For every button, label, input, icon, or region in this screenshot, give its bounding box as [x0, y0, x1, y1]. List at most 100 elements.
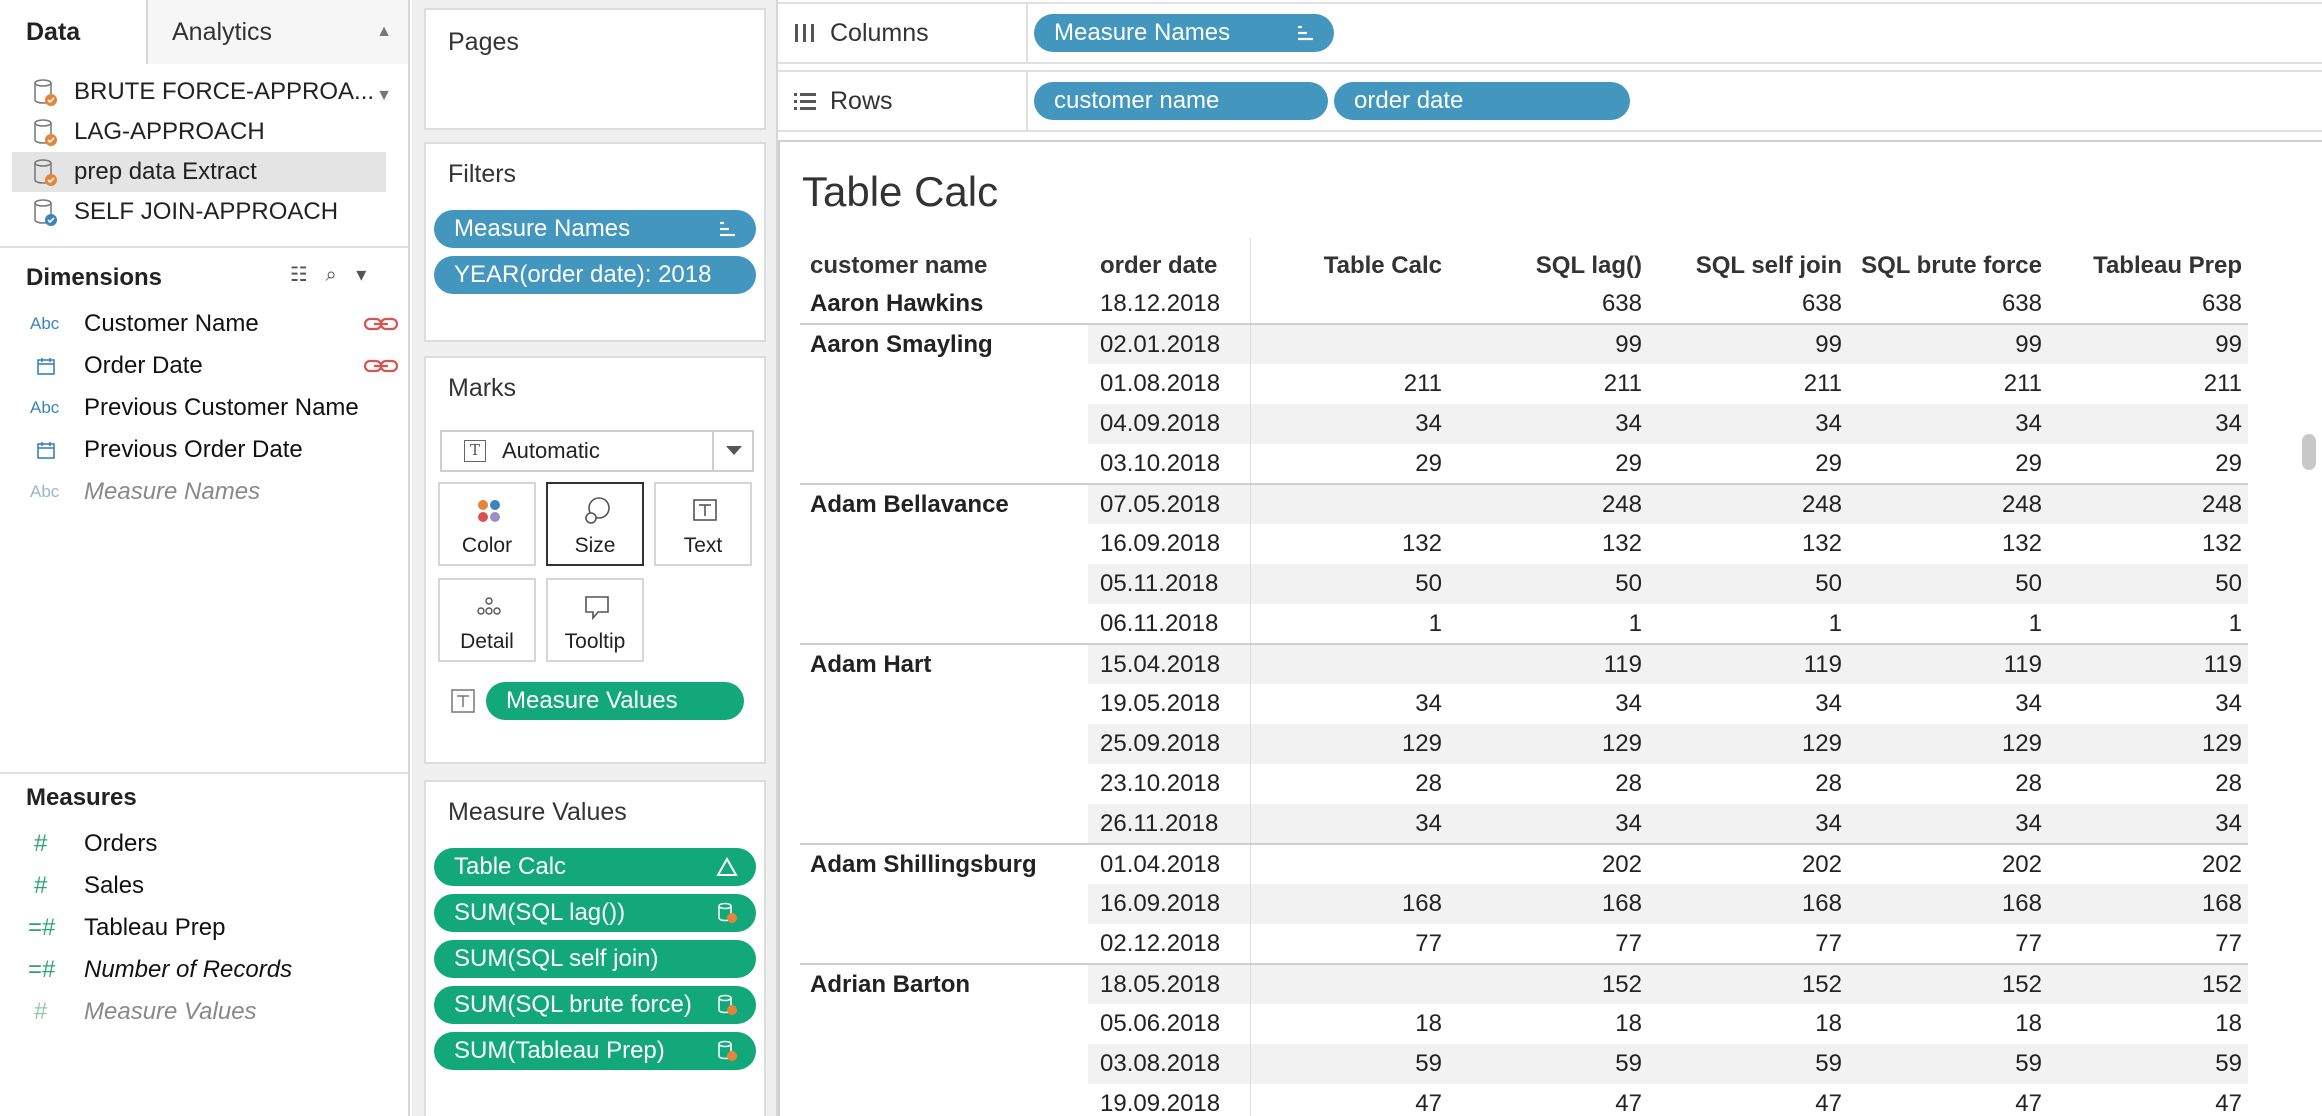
list-view-icon[interactable]: ☷	[290, 264, 308, 286]
value-cell[interactable]: 248	[1448, 483, 1648, 524]
order-date-cell[interactable]: 19.09.2018	[1088, 1084, 1250, 1116]
rows-pill-order-date[interactable]: order date	[1334, 82, 1630, 120]
value-cell[interactable]: 152	[2048, 963, 2248, 1004]
value-cell[interactable]: 77	[2048, 924, 2248, 964]
value-cell[interactable]: 99	[1448, 323, 1648, 364]
value-cell[interactable]: 132	[1848, 524, 2048, 564]
value-cell[interactable]: 202	[1448, 843, 1648, 884]
tab-data[interactable]: Data	[0, 0, 148, 64]
value-cell[interactable]: 34	[2048, 804, 2248, 844]
value-cell[interactable]: 59	[1648, 1044, 1848, 1084]
field-customer-name[interactable]: Abc Customer Name	[0, 304, 408, 344]
value-cell[interactable]: 50	[1249, 564, 1448, 604]
value-cell[interactable]: 119	[1848, 643, 2048, 684]
value-cell[interactable]: 248	[1848, 483, 2048, 524]
measure-value-pill-sql-brute-force[interactable]: SUM(SQL brute force)	[434, 986, 756, 1024]
order-date-cell[interactable]: 05.06.2018	[1088, 1004, 1250, 1044]
value-cell[interactable]: 47	[1448, 1084, 1648, 1116]
value-cell[interactable]: 29	[1648, 444, 1848, 484]
value-cell[interactable]: 34	[2048, 404, 2248, 444]
filters-card[interactable]: Filters Measure Names YEAR(order date): …	[424, 142, 766, 342]
value-cell[interactable]: 34	[1448, 684, 1648, 724]
customer-name-cell[interactable]: Adam Bellavance	[800, 483, 1088, 644]
order-date-cell[interactable]: 03.08.2018	[1088, 1044, 1250, 1084]
order-date-cell[interactable]: 02.12.2018	[1088, 924, 1250, 964]
value-cell[interactable]: 1	[2048, 604, 2248, 644]
value-cell[interactable]: 638	[1848, 284, 2048, 324]
rows-pill-customer-name[interactable]: customer name	[1034, 82, 1328, 120]
value-cell[interactable]: 119	[2048, 643, 2248, 684]
value-cell[interactable]: 1	[1249, 604, 1448, 644]
text-button[interactable]: Text	[654, 482, 752, 566]
value-cell[interactable]: 34	[1648, 804, 1848, 844]
vertical-scrollbar-thumb[interactable]	[2302, 434, 2316, 470]
value-cell[interactable]: 47	[1648, 1084, 1848, 1116]
text-pill-measure-values[interactable]: Measure Values	[486, 682, 744, 720]
value-cell[interactable]	[1249, 284, 1448, 324]
value-cell[interactable]: 34	[1448, 804, 1648, 844]
measure-value-pill-table-calc[interactable]: Table Calc	[434, 848, 756, 886]
value-cell[interactable]: 638	[2048, 284, 2248, 324]
order-date-cell[interactable]: 01.08.2018	[1088, 364, 1250, 404]
value-cell[interactable]: 18	[1648, 1004, 1848, 1044]
mark-type-dropdown[interactable]: T Automatic	[440, 430, 754, 472]
datasource-item[interactable]: BRUTE FORCE-APPROA...	[12, 72, 386, 112]
value-cell[interactable]: 99	[1848, 323, 2048, 364]
value-cell[interactable]: 47	[1249, 1084, 1448, 1116]
value-cell[interactable]: 211	[1648, 364, 1848, 404]
value-cell[interactable]: 34	[1249, 804, 1448, 844]
value-cell[interactable]: 29	[2048, 444, 2248, 484]
field-sales[interactable]: # Sales	[0, 866, 408, 906]
value-cell[interactable]: 211	[1848, 364, 2048, 404]
value-cell[interactable]: 59	[1848, 1044, 2048, 1084]
order-date-cell[interactable]: 02.01.2018	[1088, 323, 1250, 364]
value-cell[interactable]: 132	[2048, 524, 2248, 564]
order-date-cell[interactable]: 15.04.2018	[1088, 643, 1250, 684]
order-date-cell[interactable]: 25.09.2018	[1088, 724, 1250, 764]
value-cell[interactable]: 152	[1448, 963, 1648, 1004]
value-cell[interactable]: 99	[1648, 323, 1848, 364]
value-cell[interactable]: 211	[2048, 364, 2248, 404]
value-cell[interactable]: 638	[1448, 284, 1648, 324]
value-cell[interactable]: 77	[1448, 924, 1648, 964]
order-date-cell[interactable]: 06.11.2018	[1088, 604, 1250, 644]
column-header[interactable]: customer name	[800, 238, 1088, 284]
datasource-item[interactable]: LAG-APPROACH	[12, 112, 386, 152]
search-icon[interactable]: ⌕	[326, 264, 337, 286]
value-cell[interactable]: 119	[1448, 643, 1648, 684]
value-cell[interactable]: 119	[1648, 643, 1848, 684]
value-cell[interactable]: 18	[2048, 1004, 2248, 1044]
customer-name-cell[interactable]: Aaron Hawkins	[800, 284, 1088, 324]
value-cell[interactable]: 28	[1448, 764, 1648, 804]
value-cell[interactable]: 248	[2048, 483, 2248, 524]
value-cell[interactable]: 18	[1848, 1004, 2048, 1044]
columns-shelf[interactable]: Columns Measure Names	[778, 2, 2322, 64]
value-cell[interactable]: 168	[2048, 884, 2248, 924]
order-date-cell[interactable]: 23.10.2018	[1088, 764, 1250, 804]
value-cell[interactable]: 34	[1648, 684, 1848, 724]
value-cell[interactable]: 50	[1848, 564, 2048, 604]
value-cell[interactable]	[1249, 323, 1448, 364]
value-cell[interactable]: 1	[1448, 604, 1648, 644]
value-cell[interactable]: 28	[1848, 764, 2048, 804]
tooltip-button[interactable]: Tooltip	[546, 578, 644, 662]
order-date-cell[interactable]: 19.05.2018	[1088, 684, 1250, 724]
order-date-cell[interactable]: 16.09.2018	[1088, 884, 1250, 924]
value-cell[interactable]: 129	[1848, 724, 2048, 764]
value-cell[interactable]: 34	[1648, 404, 1848, 444]
value-cell[interactable]	[1249, 483, 1448, 524]
value-cell[interactable]: 59	[1249, 1044, 1448, 1084]
datasource-item[interactable]: SELF JOIN-APPROACH	[12, 192, 386, 232]
value-cell[interactable]: 50	[1648, 564, 1848, 604]
value-cell[interactable]: 28	[1249, 764, 1448, 804]
value-cell[interactable]: 152	[1848, 963, 2048, 1004]
column-header[interactable]: SQL self join	[1648, 238, 1848, 284]
value-cell[interactable]: 1	[1848, 604, 2048, 644]
value-cell[interactable]: 18	[1249, 1004, 1448, 1044]
value-cell[interactable]: 129	[1648, 724, 1848, 764]
customer-name-cell[interactable]: Adam Hart	[800, 643, 1088, 844]
detail-button[interactable]: Detail	[438, 578, 536, 662]
value-cell[interactable]: 59	[2048, 1044, 2248, 1084]
field-orders[interactable]: # Orders	[0, 824, 408, 864]
value-cell[interactable]: 129	[1249, 724, 1448, 764]
